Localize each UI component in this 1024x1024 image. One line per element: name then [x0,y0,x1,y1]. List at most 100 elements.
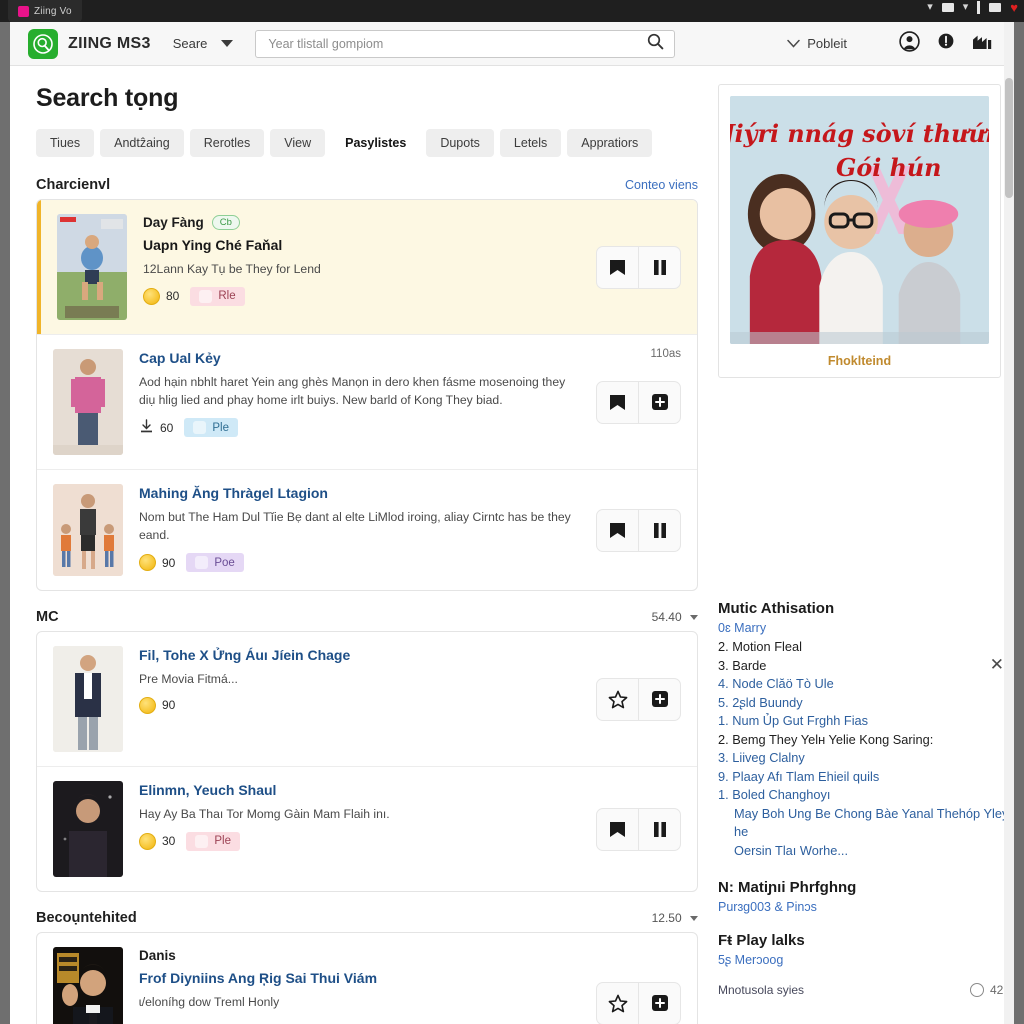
sidebar-block-subtext[interactable]: 5ʂ Merɔoog [718,953,1010,967]
tab-pasylistes[interactable]: Pasylistes [331,129,421,157]
sidebar-tail-row[interactable]: Mnotusola syies 421 [718,982,1010,997]
chevron-down-icon[interactable] [221,40,234,47]
apps-icon[interactable] [972,33,992,55]
sidebar-list-item[interactable]: 2. Motion Fleal [718,638,1010,657]
brand-logo-icon[interactable] [28,28,58,59]
result-row[interactable]: Danis Frof Diyniins Ang Ŗig Sai Thui Viá… [37,933,697,1024]
thumbnail-man-speaking[interactable] [53,947,123,1024]
tab-tiues[interactable]: Tiues [36,129,95,157]
header-menu-label[interactable]: Seare [173,36,208,51]
result-badge[interactable]: Ple [184,418,238,438]
result-eyebrow-text: Day Fàng [143,215,204,230]
browser-tab[interactable]: Ziing Vo [8,0,82,22]
add-icon[interactable] [638,381,680,423]
page-title: Search tọng [36,84,179,112]
close-icon[interactable]: ✕ [990,656,1004,673]
chrome-dot-icon[interactable]: ▾ [927,2,933,13]
section-link[interactable]: Conteo viens [625,178,698,192]
tab-dupots[interactable]: Dupots [426,129,494,157]
promo-caption: Fhoklteind [827,354,892,368]
result-title[interactable]: Frof Diyniins Ang Ŗig Sai Thui Viám [139,970,580,988]
result-title[interactable]: Fil, Tohe X Ửng Áuı Jíein Chage [139,647,580,665]
sidebar-block-subtext[interactable]: Purɜɡ003 & Pinɔs [718,900,1010,914]
result-snippet: Nom but The Ham Dul Tĭie Bẹ dant al elte… [139,509,571,542]
chrome-box-icon[interactable] [941,3,954,12]
account-menu[interactable]: Pobleit [787,36,847,51]
thumbnail-person-dark[interactable] [53,781,123,877]
result-row-featured[interactable]: Day Fàng Cb Uapn Ying Ché Faňal 12Lann K… [37,200,697,334]
sidebar-list-item[interactable]: 1. Boled Changhoyı [718,786,1010,805]
result-meta: 30 Ple [139,831,580,851]
sidebar-block-subtext[interactable]: 0ɛ Marry [718,621,1010,635]
result-title[interactable]: Cap Ual Kẻy [139,350,580,368]
result-actions [596,981,681,1024]
heart-icon[interactable]: ♥ [1010,1,1018,14]
result-score-value: 90 [162,698,176,713]
badge-square-icon [193,421,207,435]
section-meta[interactable]: 12.50 [652,911,698,925]
add-icon[interactable] [638,678,680,720]
sidebar-list-item[interactable]: 3. Barde [718,657,1010,676]
result-title[interactable]: Mahing Ăng Thràgel Ltagion [139,485,580,503]
tab-andtzaing[interactable]: Andtẑaing [100,129,184,157]
result-row[interactable]: Fil, Tohe X Ửng Áuı Jíein Chage Pre Movi… [37,632,697,766]
result-score-value: 80 [166,289,180,304]
pause-icon[interactable] [638,246,680,288]
chrome-square-icon[interactable] [989,3,1002,12]
section-meta[interactable]: 54.40 [652,610,698,624]
thumbnail-family-group[interactable] [53,484,123,576]
promo-image[interactable]: Jiýri nnág sòví thưứi Gói hún [730,96,989,344]
sidebar-list-item[interactable]: 9. Plaay Afı Tlam Ehieil quils [718,768,1010,787]
star-icon[interactable] [597,679,638,720]
site-favicon [18,5,29,17]
sidebar-list-item[interactable]: May Boh Ung Be Chong Bàe Yanal Thehóp Yl… [718,805,1010,842]
search-box[interactable] [255,29,676,58]
result-row[interactable]: 110as Cap Ual Kẻy Aod hạin nbhlt haret Y… [37,334,697,469]
pause-icon[interactable] [638,808,680,850]
tab-appratiors[interactable]: Appratiors [567,129,653,157]
sidebar-list-item[interactable]: 5. 2ʂld Buundy [718,694,1010,713]
site-header: ZIING MS3 Seare Pobleit [10,22,1014,66]
tab-letels[interactable]: Letels [499,129,562,157]
tab-rerotles[interactable]: Rerotles [189,129,265,157]
result-row[interactable]: Mahing Ăng Thràgel Ltagion Nom but The H… [37,469,697,590]
thumbnail-man-pink-shirt[interactable] [53,349,123,455]
result-score: 30 [139,832,175,850]
pause-icon[interactable] [638,509,680,551]
result-badge[interactable]: Ple [186,831,240,851]
account-icon[interactable] [899,30,920,57]
result-badge[interactable]: Rle [190,286,245,306]
bookmark-icon[interactable] [597,510,638,551]
chrome-caret-icon[interactable]: ▾ [963,2,969,13]
scrollbar-thumb[interactable] [1005,78,1013,198]
result-eyebrow: Day Fàng Cb [143,215,580,230]
result-body: Fil, Tohe X Ửng Áuı Jíein Chage Pre Movi… [139,646,580,752]
search-icon[interactable] [647,33,664,55]
star-icon[interactable] [597,983,638,1024]
search-input[interactable] [266,35,648,52]
sidebar-list-item[interactable]: 2. Bemg They Yelʜ Yelie Kong Saring: [718,731,1010,750]
promo-card[interactable]: Jiýri nnág sòví thưứi Gói hún Fhoklteind [718,84,1001,378]
bookmark-icon[interactable] [597,382,638,423]
alert-icon[interactable] [938,33,954,54]
thumbnail-man-suit[interactable] [53,646,123,752]
sidebar-list-item[interactable]: 1. Num Ủp Gut Frghh Fias [718,712,1010,731]
bookmark-icon[interactable] [597,809,638,850]
chrome-bar-icon[interactable] [977,1,981,14]
thumbnail-man-field-poster[interactable] [57,214,127,320]
add-icon[interactable] [638,982,680,1024]
brand-name[interactable]: ZIING MS3 [68,35,151,53]
result-title[interactable]: Elinmn, Yeuch Shaul [139,782,580,800]
page-scrollbar[interactable] [1004,22,1014,1024]
result-score: 90 [139,696,176,714]
result-row[interactable]: Elinmn, Yeuch Shaul Hay Ay Ba Thaı Tor M… [37,766,697,891]
bookmark-icon[interactable] [597,247,638,288]
badge-square-icon [195,834,209,848]
sidebar-block-2: N: Matiɲıi Phrfghnɡ Purɜɡ003 & Pinɔs [718,879,1010,914]
sidebar-list-item[interactable]: 3. Liiveg Clalny [718,749,1010,768]
result-title[interactable]: Uapn Ying Ché Faňal [143,237,580,255]
tab-view[interactable]: View [270,129,326,157]
sidebar-list-item[interactable]: 4. Node Clăö Tò Ule [718,675,1010,694]
result-badge[interactable]: Poe [186,553,244,573]
sidebar-list-item[interactable]: Oersin Tlaı Worhe... [718,842,1010,861]
